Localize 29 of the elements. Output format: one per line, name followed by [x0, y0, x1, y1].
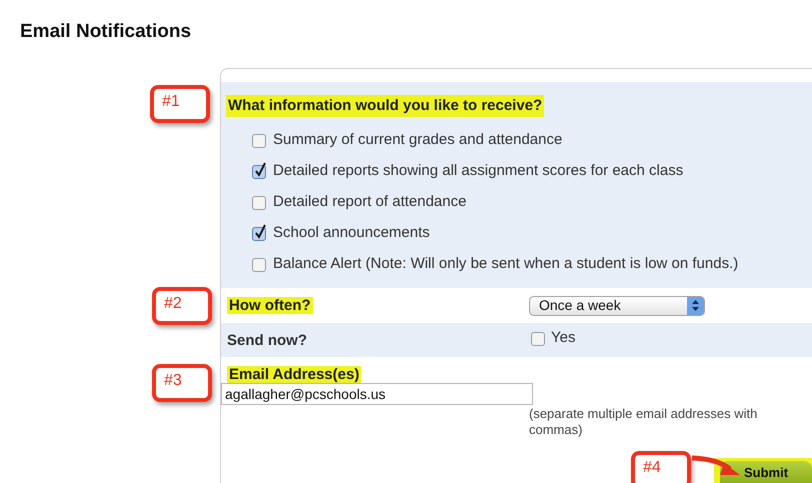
section-heading: What information would you like to receive?	[226, 94, 544, 118]
option-label: School announcements	[273, 223, 430, 244]
callout-label: #3	[152, 364, 212, 402]
stepper-icon	[692, 300, 699, 311]
option-label: Detailed report of attendance	[273, 192, 466, 212]
frequency-select[interactable]: Once a week	[529, 296, 705, 316]
checkbox[interactable]	[252, 134, 266, 148]
field-label: How often?	[227, 296, 313, 314]
option-label: Balance Alert (Note: Will only be sent when a student is low on funds.)	[273, 254, 738, 274]
check-icon	[254, 162, 267, 178]
callout-label: #4	[631, 451, 691, 483]
check-icon	[254, 224, 267, 240]
callout-label: #2	[152, 287, 212, 325]
page-title: Email Notifications	[20, 20, 192, 44]
checkbox[interactable]	[252, 226, 266, 240]
hint-text: (separate multiple email addresses with commas)	[529, 406, 758, 438]
checkbox[interactable]	[252, 196, 266, 210]
submit-button[interactable]: Submit	[720, 461, 812, 483]
checkbox[interactable]	[252, 164, 266, 178]
field-label: Send now?	[227, 330, 308, 351]
arrow-icon	[690, 455, 742, 477]
field-label: Email Address(es)	[227, 366, 362, 383]
option-label: Summary of current grades and attendance	[273, 130, 562, 150]
email-field[interactable]: agallagher@pcschools.us	[221, 383, 533, 405]
checkbox[interactable]	[531, 332, 545, 346]
option-label: Detailed reports showing all assignment scores for each class	[273, 161, 684, 182]
checkbox[interactable]	[252, 258, 266, 272]
option-label: Yes	[551, 328, 576, 348]
callout-label: #1	[150, 85, 210, 123]
